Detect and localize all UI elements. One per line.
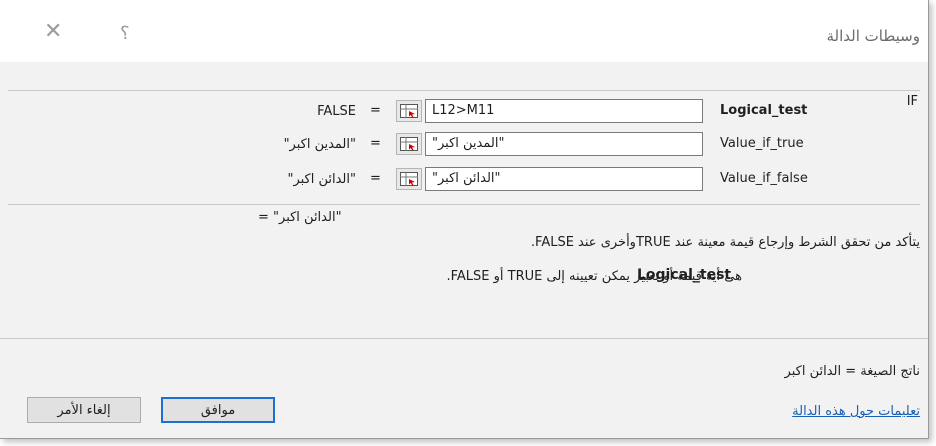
arg-help-text: هى أية قيمة أو تعبير يمكن تعيينه إلى TRU… xyxy=(446,269,742,284)
range-selector-icon[interactable] xyxy=(396,100,422,122)
range-selector-icon[interactable] xyxy=(396,133,422,155)
arg-row-logical-test: FALSE = L12>M11 Logical_test xyxy=(0,98,928,124)
equals-sign: = xyxy=(370,171,381,186)
help-icon[interactable]: ؟ xyxy=(120,23,130,44)
formula-result-preview: = "الدائن اكبر" xyxy=(258,210,342,225)
ok-button[interactable]: موافق xyxy=(161,397,275,423)
arg-label: Logical_test xyxy=(720,103,808,118)
equals-sign: = xyxy=(370,103,381,118)
function-arguments-dialog: ✕ ؟ وسيطات الدالة IF FALSE = L12>M11 Log… xyxy=(0,0,929,439)
range-selector-icon[interactable] xyxy=(396,168,422,190)
dialog-title: وسيطات الدالة xyxy=(826,27,921,45)
arg-result: "المدين اكبر" xyxy=(283,137,356,152)
value-if-false-input[interactable]: "الدائن اكبر" xyxy=(425,167,703,191)
formula-result-line: ناتج الصيغة = الدائن اكبر xyxy=(784,364,920,379)
equals-sign: = xyxy=(370,136,381,151)
help-link[interactable]: تعليمات حول هذه الدالة xyxy=(792,404,920,419)
arg-result: FALSE xyxy=(317,104,356,119)
close-icon[interactable]: ✕ xyxy=(44,19,62,44)
value-if-true-input[interactable]: "المدين اكبر" xyxy=(425,132,703,156)
arg-label: Value_if_true xyxy=(720,136,804,151)
function-description: يتأكد من تحقق الشرط وإرجاع قيمة معينة عن… xyxy=(530,235,920,250)
arg-row-value-if-false: "الدائن اكبر" = "الدائن اكبر" Value_if_f… xyxy=(0,166,928,192)
arg-row-value-if-true: "المدين اكبر" = "المدين اكبر" Value_if_t… xyxy=(0,131,928,157)
title-bar: ✕ ؟ وسيطات الدالة xyxy=(0,0,928,62)
cancel-button[interactable]: إلغاء الأمر xyxy=(27,397,141,423)
divider xyxy=(0,338,928,339)
arg-result: "الدائن اكبر" xyxy=(287,172,356,187)
logical-test-input[interactable]: L12>M11 xyxy=(425,99,703,123)
arg-label: Value_if_false xyxy=(720,171,808,186)
